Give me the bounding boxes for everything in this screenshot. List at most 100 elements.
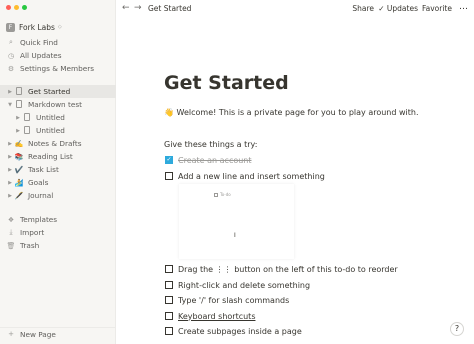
triangle-right-icon[interactable]: ▶ (6, 141, 14, 147)
checkbox[interactable] (165, 296, 173, 304)
text-cursor-icon: I (234, 232, 236, 239)
try-heading[interactable]: Give these things a try: (164, 140, 257, 149)
updates-label: Updates (386, 4, 418, 13)
triangle-down-icon[interactable]: ▼ (6, 102, 14, 108)
favorite-button[interactable]: Favorite (422, 4, 452, 13)
sidebar-page-label: Notes & Drafts (28, 139, 82, 148)
workspace-switcher[interactable]: F Fork Labs ◇ (6, 20, 62, 34)
todo-item[interactable]: Right-click and delete something (165, 279, 310, 291)
trash-icon: 🗑 (6, 241, 16, 250)
plus-icon: + (8, 330, 14, 338)
sidebar-item-quick-find[interactable]: ⌕ Quick Find (0, 36, 116, 49)
sidebar-page-goals[interactable]: ▶ 🏄 Goals (0, 176, 116, 189)
demo-image: To-do I (179, 184, 294, 259)
welcome-label: Welcome! This is a private page for you … (176, 108, 419, 117)
workspace-badge: F (6, 22, 15, 32)
share-button[interactable]: Share (352, 4, 374, 13)
sidebar-item-label: All Updates (20, 51, 62, 60)
todo-item[interactable]: Add a new line and insert something (165, 170, 325, 182)
todo-text: Drag the ⋮⋮ button on the left of this t… (178, 264, 398, 274)
sidebar-item-label: Import (20, 228, 45, 237)
sidebar-page-label: Goals (28, 178, 49, 187)
sidebar-item-label: Quick Find (20, 38, 58, 47)
search-icon: ⌕ (9, 38, 13, 46)
help-button[interactable]: ? (450, 322, 464, 336)
triangle-right-icon[interactable]: ▶ (14, 128, 22, 134)
new-page-label: New Page (20, 329, 56, 339)
triangle-right-icon[interactable]: ▶ (6, 167, 14, 173)
todo-item[interactable]: ✓ Create an account (165, 154, 252, 166)
minimize-window-button[interactable] (14, 5, 19, 10)
pen-icon: 🖋️ (14, 191, 24, 200)
sidebar-page-notes-drafts[interactable]: ▶ ✍️ Notes & Drafts (0, 137, 116, 150)
sidebar-page-get-started[interactable]: ▶ Get Started (0, 85, 116, 98)
sidebar-page-untitled[interactable]: ▶ Untitled (0, 111, 116, 124)
sidebar-page-label: Journal (28, 191, 54, 200)
sidebar-item-import[interactable]: ⤓ Import (0, 226, 116, 239)
checkbox[interactable] (165, 327, 173, 335)
triangle-right-icon[interactable]: ▶ (6, 193, 14, 199)
demo-checkbox (214, 192, 218, 197)
demo-todo-label: To-do (220, 192, 231, 197)
checkbox[interactable] (165, 265, 173, 273)
back-arrow-icon[interactable]: ← (122, 3, 130, 13)
checkbox[interactable] (165, 312, 173, 320)
welcome-text[interactable]: 👋 Welcome! This is a private page for yo… (164, 108, 419, 117)
sidebar-page-label: Untitled (36, 126, 65, 135)
demo-todo: To-do (214, 192, 231, 197)
sidebar-page-label: Get Started (28, 87, 71, 96)
sidebar-item-settings[interactable]: ⚙ Settings & Members (0, 62, 116, 75)
sidebar-page-markdown-test[interactable]: ▼ Markdown test (0, 98, 116, 111)
todo-link-text[interactable]: Keyboard shortcuts (178, 312, 255, 321)
todo-text: Create an account (178, 155, 252, 165)
page-title[interactable]: Get Started (164, 72, 289, 94)
sidebar-page-task-list[interactable]: ▶ ✔️ Task List (0, 163, 116, 176)
import-icon: ⤓ (9, 228, 13, 236)
todo-text: Add a new line and insert something (178, 171, 325, 181)
more-options-button[interactable]: … (459, 2, 468, 12)
writing-hand-icon: ✍️ (14, 139, 24, 148)
document-icon (22, 112, 32, 123)
document-icon (14, 99, 24, 110)
sidebar-item-label: Trash (20, 241, 40, 250)
triangle-right-icon[interactable]: ▶ (14, 115, 22, 121)
todo-text: Right-click and delete something (178, 280, 311, 290)
books-icon: 📚 (14, 152, 24, 161)
sidebar-page-reading-list[interactable]: ▶ 📚 Reading List (0, 150, 116, 163)
breadcrumb[interactable]: Get Started (148, 4, 191, 13)
sidebar-item-trash[interactable]: 🗑 Trash (0, 239, 116, 252)
document-icon (22, 125, 32, 136)
wave-icon: 👋 (164, 108, 174, 117)
sidebar-page-journal[interactable]: ▶ 🖋️ Journal (0, 189, 116, 202)
checkbox[interactable] (165, 281, 173, 289)
document-icon (14, 86, 24, 97)
sidebar-page-label: Task List (28, 165, 59, 174)
forward-arrow-icon[interactable]: → (134, 3, 142, 13)
triangle-right-icon[interactable]: ▶ (6, 180, 14, 186)
triangle-right-icon[interactable]: ▶ (6, 154, 14, 160)
todo-item[interactable]: Create subpages inside a page (165, 325, 302, 337)
todo-item[interactable]: Type '/' for slash commands (165, 294, 289, 306)
new-page-button[interactable]: + New Page (0, 327, 116, 340)
sidebar-page-label: Untitled (36, 113, 65, 122)
sidebar-item-all-updates[interactable]: ◷ All Updates (0, 49, 116, 62)
sidebar-item-label: Settings & Members (20, 64, 95, 73)
todo-item[interactable]: Drag the ⋮⋮ button on the left of this t… (165, 263, 398, 275)
todo-item[interactable]: Keyboard shortcuts (165, 310, 255, 322)
checkbox-checked[interactable]: ✓ (165, 156, 173, 164)
checkbox[interactable] (165, 172, 173, 180)
checkmark-icon: ✔️ (14, 165, 24, 174)
sidebar: F Fork Labs ◇ ⌕ Quick Find ◷ All Updates… (0, 0, 116, 344)
templates-icon: ❖ (7, 215, 15, 224)
sidebar-page-untitled[interactable]: ▶ Untitled (0, 124, 116, 137)
sidebar-item-templates[interactable]: ❖ Templates (0, 213, 116, 226)
sidebar-item-label: Templates (20, 215, 58, 224)
triangle-right-icon[interactable]: ▶ (6, 89, 14, 95)
updates-button[interactable]: ✓ Updates (378, 4, 418, 13)
close-window-button[interactable] (6, 5, 11, 10)
sidebar-page-label: Markdown test (28, 100, 83, 109)
todo-text: Type '/' for slash commands (178, 295, 290, 305)
zoom-window-button[interactable] (22, 5, 27, 10)
sidebar-page-label: Reading List (28, 152, 73, 161)
gear-icon: ⚙ (7, 64, 15, 73)
